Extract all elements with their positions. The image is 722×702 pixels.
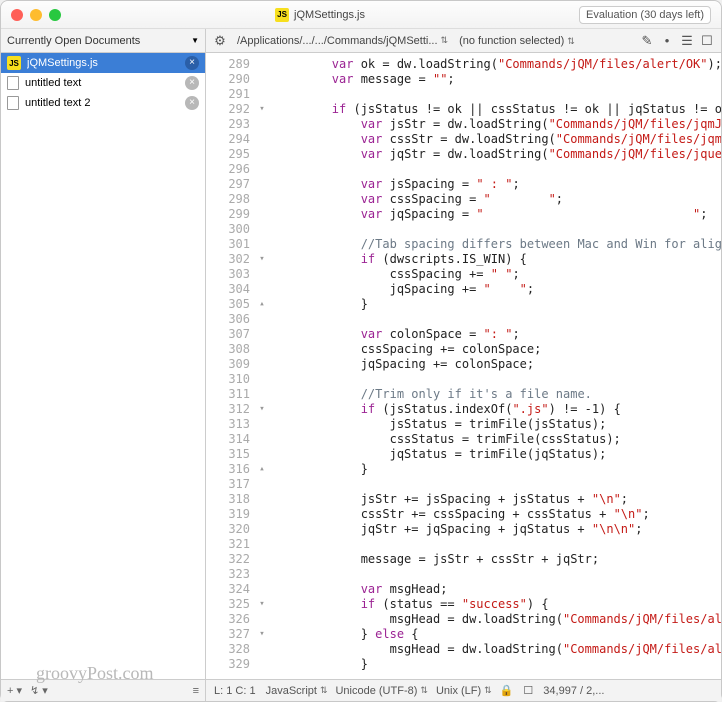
lock-icon[interactable]: 🔒 — [500, 684, 514, 697]
open-files-list: JSjQMSettings.js×untitled text×untitled … — [1, 53, 205, 679]
status-bar: L: 1 C: 1 JavaScript⇅ Unicode (UTF-8)⇅ U… — [206, 679, 721, 701]
cursor-position[interactable]: L: 1 C: 1 — [214, 685, 256, 697]
title-text: jQMSettings.js — [294, 9, 365, 21]
fold-gutter[interactable]: ▾▾▴▾▴▾▾ — [256, 53, 268, 679]
add-button[interactable]: + ▾ — [7, 684, 22, 697]
save-icon[interactable]: ☐ — [523, 684, 533, 697]
js-file-icon: JS — [7, 56, 21, 70]
close-window-button[interactable] — [11, 9, 23, 21]
open-documents-dropdown[interactable]: Currently Open Documents ▼ — [1, 29, 206, 52]
toolbar: Currently Open Documents ▼ ⚙ /Applicatio… — [1, 29, 721, 53]
encoding-selector[interactable]: Unicode (UTF-8)⇅ — [335, 685, 425, 697]
close-file-button[interactable]: × — [185, 56, 199, 70]
chevron-down-icon: ▼ — [191, 36, 199, 45]
document-icon — [7, 76, 19, 90]
titlebar: JS jQMSettings.js Evaluation (30 days le… — [1, 1, 721, 29]
sidebar-file-item[interactable]: untitled text × — [1, 73, 205, 93]
pencil-icon[interactable]: ✎ — [639, 33, 655, 49]
action-button[interactable]: ↯ ▾ — [30, 684, 48, 697]
updown-icon: ⇅ — [567, 36, 573, 46]
sidebar-file-item[interactable]: untitled text 2 × — [1, 93, 205, 113]
bullet-icon[interactable]: • — [659, 33, 675, 49]
evaluation-badge[interactable]: Evaluation (30 days left) — [579, 6, 711, 24]
filter-icon[interactable]: ≡ — [193, 685, 199, 697]
window-title: JS jQMSettings.js — [61, 8, 579, 22]
language-selector[interactable]: JavaScript⇅ — [266, 685, 326, 697]
file-name-label: untitled text 2 — [25, 97, 179, 109]
close-file-button[interactable]: × — [185, 96, 199, 110]
app-window: JS jQMSettings.js Evaluation (30 days le… — [0, 0, 722, 702]
file-name-label: untitled text — [25, 77, 179, 89]
window-controls — [11, 9, 61, 21]
close-file-button[interactable]: × — [185, 76, 199, 90]
open-documents-label: Currently Open Documents — [7, 35, 187, 47]
stack-icon[interactable]: ☰ — [679, 33, 695, 49]
function-selector-text: (no function selected) — [459, 35, 564, 47]
file-name-label: jQMSettings.js — [27, 57, 179, 69]
js-file-icon: JS — [275, 8, 289, 22]
gear-icon[interactable]: ⚙ — [212, 33, 228, 49]
code-area[interactable]: 2892902912922932942952962972982993003013… — [206, 53, 721, 679]
file-path-text: /Applications/.../.../Commands/jQMSetti.… — [237, 35, 438, 47]
main-body: JSjQMSettings.js×untitled text×untitled … — [1, 53, 721, 701]
updown-icon: ⇅ — [441, 35, 447, 46]
function-selector-dropdown[interactable]: (no function selected) ⇅ — [455, 34, 577, 48]
sidebar-footer: + ▾ ↯ ▾ ≡ — [1, 679, 205, 701]
line-ending-selector[interactable]: Unix (LF)⇅ — [436, 685, 490, 697]
line-number-gutter: 2892902912922932942952962972982993003013… — [206, 53, 256, 679]
file-path-dropdown[interactable]: /Applications/.../.../Commands/jQMSetti.… — [232, 33, 451, 49]
document-icon[interactable]: ☐ — [699, 33, 715, 49]
code-text[interactable]: var ok = dw.loadString("Commands/jQM/fil… — [268, 53, 721, 679]
sidebar-file-item[interactable]: JS jQMSettings.js × — [1, 53, 205, 73]
editor-pane: 2892902912922932942952962972982993003013… — [206, 53, 721, 701]
sidebar: JSjQMSettings.js×untitled text×untitled … — [1, 53, 206, 701]
document-icon — [7, 96, 19, 110]
file-size: 34,997 / 2,... — [543, 685, 604, 697]
zoom-window-button[interactable] — [49, 9, 61, 21]
minimize-window-button[interactable] — [30, 9, 42, 21]
toolbar-right: ⚙ /Applications/.../.../Commands/jQMSett… — [206, 29, 721, 52]
